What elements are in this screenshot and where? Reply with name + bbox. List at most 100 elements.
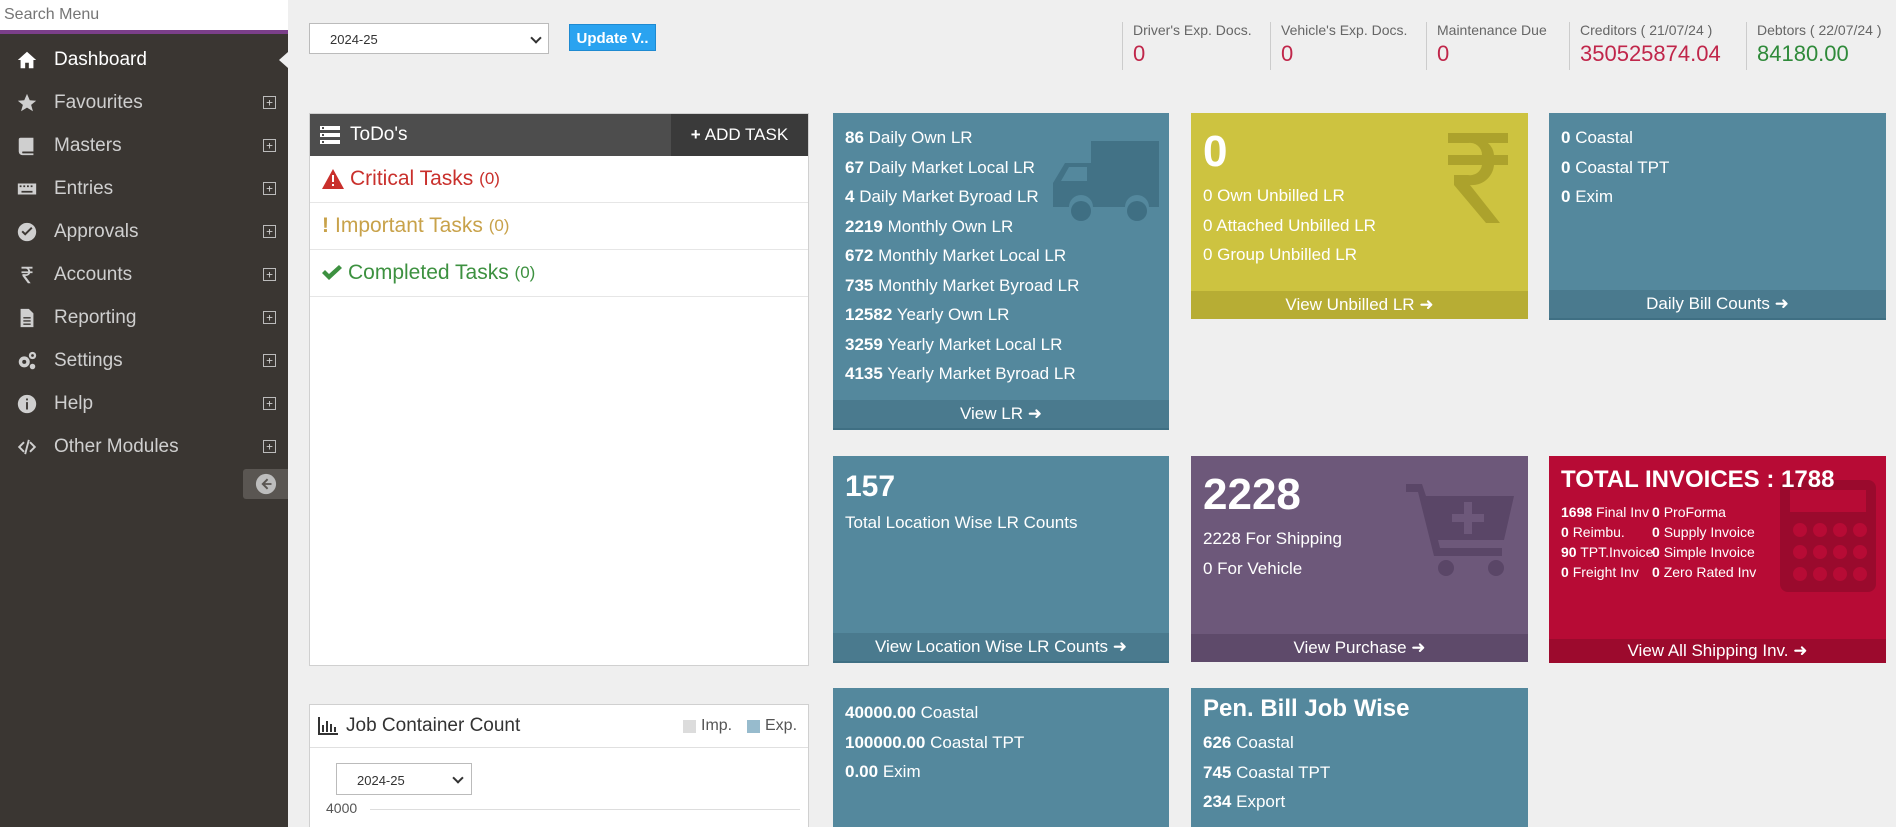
task-count: (0) xyxy=(514,263,536,282)
sidebar-menu: Dashboard Favourites + Masters + Entries… xyxy=(0,38,288,468)
view-all-shipping-inv-link[interactable]: View All Shipping Inv. ➜ xyxy=(1549,639,1886,663)
task-label: Completed Tasks xyxy=(348,261,509,284)
sidebar-item-reporting[interactable]: Reporting + xyxy=(0,296,288,339)
critical-tasks-row[interactable]: Critical Tasks (0) xyxy=(310,156,808,203)
view-unbilled-lr-link[interactable]: View Unbilled LR ➜ xyxy=(1191,291,1528,319)
debtors-stat[interactable]: Debtors ( 22/07/24 ) 84180.00 xyxy=(1746,22,1882,70)
expand-icon[interactable]: + xyxy=(263,397,276,410)
expand-icon[interactable]: + xyxy=(263,311,276,324)
purchase-line: 2228 For Shipping xyxy=(1203,529,1342,548)
sidebar-item-settings[interactable]: Settings + xyxy=(0,339,288,382)
search-menu-box xyxy=(0,0,288,34)
location-lines: 157 Total Location Wise LR Counts xyxy=(833,456,1169,538)
task-label: Critical Tasks xyxy=(350,167,474,190)
sidebar-item-label: Dashboard xyxy=(54,48,147,70)
expand-icon[interactable]: + xyxy=(263,268,276,281)
gears-icon xyxy=(0,350,54,372)
purchase-total: 2228 xyxy=(1203,470,1301,519)
stat-value: 84180.00 xyxy=(1757,41,1849,66)
legend-swatch xyxy=(747,719,760,733)
legend-swatch xyxy=(683,719,696,733)
lr-line: 2219 Monthly Own LR xyxy=(845,216,1014,236)
legend-exp[interactable]: Exp. xyxy=(747,717,797,735)
purchase-line: 0 For Vehicle xyxy=(1203,558,1303,578)
view-purchase-link[interactable]: View Purchase ➜ xyxy=(1191,634,1528,662)
daily-bill-lines: 0 Coastal 0 Coastal TPT 0 Exim xyxy=(1549,113,1886,212)
active-indicator xyxy=(279,52,288,68)
sidebar-item-label: Accounts xyxy=(54,263,133,285)
sidebar-item-label: Entries xyxy=(54,177,114,199)
vehicles-exp-docs-stat[interactable]: Vehicle's Exp. Docs. 0 xyxy=(1270,22,1407,70)
completed-tasks-row[interactable]: Completed Tasks (0) xyxy=(310,250,808,297)
pen-bill-title: Pen. Bill Job Wise xyxy=(1203,695,1410,722)
expand-icon[interactable]: + xyxy=(263,182,276,195)
expand-icon[interactable]: + xyxy=(263,440,276,453)
lr-counts-card: 86 Daily Own LR 67 Daily Market Local LR… xyxy=(833,113,1169,430)
job-container-year-select[interactable]: 2024-25 xyxy=(336,763,472,795)
expand-icon[interactable]: + xyxy=(263,354,276,367)
lr-line: 672 Monthly Market Local LR xyxy=(845,246,1067,265)
legend-label: Imp. xyxy=(701,717,733,734)
circle-arrow-right-icon: ➜ xyxy=(1027,404,1042,423)
pen-bill-lines: Pen. Bill Job Wise 626 Coastal 745 Coast… xyxy=(1191,688,1528,817)
financial-year-select[interactable]: 2024-25 xyxy=(309,23,549,54)
add-task-button[interactable]: + ADD TASK xyxy=(671,114,808,156)
add-task-label: ADD TASK xyxy=(704,125,789,144)
invoice-row: 90 TPT.Invoice0 Simple Invoice xyxy=(1561,544,1755,560)
arrow-left-circle-icon xyxy=(255,473,276,495)
sidebar-item-dashboard[interactable]: Dashboard xyxy=(0,38,288,81)
circle-arrow-right-icon: ➜ xyxy=(1419,295,1434,314)
view-lr-link[interactable]: View LR ➜ xyxy=(833,400,1169,428)
legend-imp[interactable]: Imp. xyxy=(683,717,732,735)
sidebar-item-favourites[interactable]: Favourites + xyxy=(0,81,288,124)
location-lr-card: 157 Total Location Wise LR Counts View L… xyxy=(833,456,1169,663)
lr-line: 86 Daily Own LR xyxy=(845,128,973,147)
circle-arrow-right-icon: ➜ xyxy=(1774,294,1789,313)
sidebar-item-label: Approvals xyxy=(54,220,139,242)
amount-line: 100000.00 Coastal TPT xyxy=(845,732,1025,752)
expand-icon[interactable]: + xyxy=(263,139,276,152)
exclamation-icon: ! xyxy=(322,214,329,237)
search-menu-input[interactable] xyxy=(0,0,288,30)
maintenance-due-stat[interactable]: Maintenance Due 0 xyxy=(1426,22,1547,70)
stat-label: Driver's Exp. Docs. xyxy=(1133,22,1252,38)
update-button[interactable]: Update V.. xyxy=(569,24,656,51)
expand-icon[interactable]: + xyxy=(263,225,276,238)
pen-bill-line: 626 Coastal xyxy=(1203,733,1294,752)
sidebar-item-label: Reporting xyxy=(54,306,137,328)
book-icon xyxy=(0,135,54,157)
sidebar-item-accounts[interactable]: Accounts + xyxy=(0,253,288,296)
view-location-lr-link[interactable]: View Location Wise LR Counts ➜ xyxy=(833,633,1169,661)
unbilled-line: 0 Attached Unbilled LR xyxy=(1203,215,1376,235)
sidebar-item-label: Masters xyxy=(54,134,122,156)
sidebar-item-approvals[interactable]: Approvals + xyxy=(0,210,288,253)
creditors-stat[interactable]: Creditors ( 21/07/24 ) 350525874.04 xyxy=(1569,22,1721,70)
daily-bill-counts-link[interactable]: Daily Bill Counts ➜ xyxy=(1549,290,1886,318)
stat-value: 350525874.04 xyxy=(1580,41,1721,66)
collapse-sidebar-button[interactable] xyxy=(243,469,288,499)
circle-arrow-right-icon: ➜ xyxy=(1112,637,1128,656)
expand-icon[interactable]: + xyxy=(263,96,276,109)
stat-value: 0 xyxy=(1437,41,1450,66)
chevron-down-icon xyxy=(452,772,464,784)
unbilled-line: 0 Own Unbilled LR xyxy=(1203,186,1345,205)
daily-bill-line: 0 Coastal xyxy=(1561,128,1633,147)
stat-label: Debtors ( 22/07/24 ) xyxy=(1757,22,1882,38)
sidebar-item-help[interactable]: Help + xyxy=(0,382,288,425)
circle-arrow-right-icon: ➜ xyxy=(1793,641,1808,660)
sidebar-item-other-modules[interactable]: Other Modules + xyxy=(0,425,288,468)
warning-icon xyxy=(322,169,344,189)
lr-lines: 86 Daily Own LR 67 Daily Market Local LR… xyxy=(833,113,1169,389)
location-total: 157 xyxy=(845,470,896,503)
lr-line: 3259 Yearly Market Local LR xyxy=(845,334,1063,354)
sidebar-item-masters[interactable]: Masters + xyxy=(0,124,288,167)
plus-icon: + xyxy=(690,125,701,144)
circle-arrow-right-icon: ➜ xyxy=(1411,638,1426,657)
chart-grid xyxy=(370,809,800,827)
drivers-exp-docs-stat[interactable]: Driver's Exp. Docs. 0 xyxy=(1122,22,1252,70)
info-icon xyxy=(0,393,54,415)
important-tasks-row[interactable]: ! Important Tasks (0) xyxy=(310,203,808,250)
job-container-header: Job Container Count Imp. Exp. xyxy=(310,705,808,748)
sidebar-item-entries[interactable]: Entries + xyxy=(0,167,288,210)
invoice-row: 1698 Final Inv 0 ProForma xyxy=(1561,504,1726,520)
